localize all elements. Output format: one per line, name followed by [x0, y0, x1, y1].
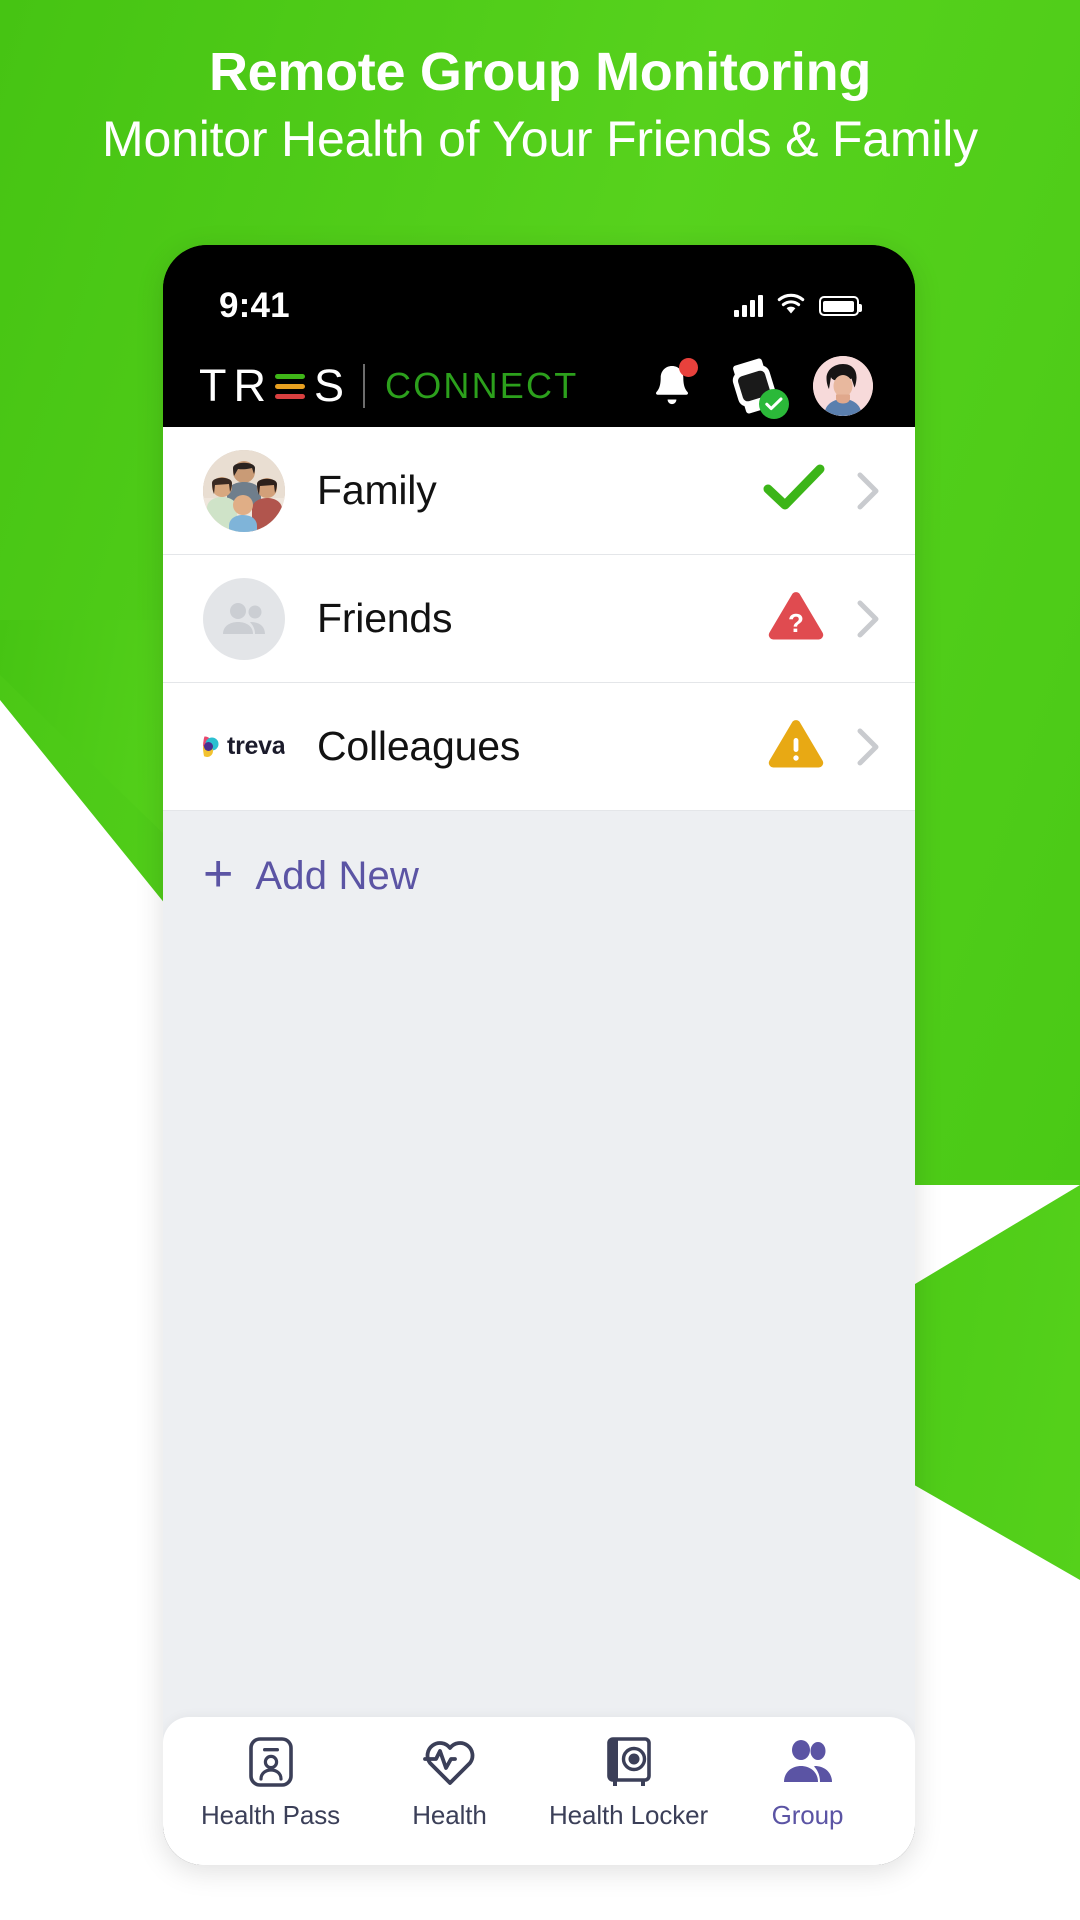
notification-badge-dot — [679, 358, 698, 377]
promo-subheadline: Monitor Health of Your Friends & Family — [102, 111, 978, 168]
logo-s: S — [314, 360, 352, 411]
bottom-tab-bar: Health Pass Health Health Locker Group — [163, 1717, 915, 1865]
logo-tr: TR — [199, 360, 273, 411]
warning-triangle-icon — [767, 718, 825, 775]
health-pass-id-card-icon — [248, 1737, 294, 1787]
logo-divider — [363, 364, 366, 408]
promo-headline-block: Remote Group Monitoring Monitor Health o… — [0, 42, 1080, 169]
question-triangle-icon: ? — [767, 590, 825, 647]
tab-health[interactable]: Health — [362, 1737, 538, 1831]
group-row-colleagues[interactable]: treva. Colleagues — [163, 683, 915, 811]
logo-tres-text: TR S — [199, 360, 351, 412]
promo-headline: Remote Group Monitoring — [208, 42, 872, 102]
family-photo-avatar — [203, 449, 285, 532]
tab-label: Health — [412, 1800, 487, 1830]
status-bar: 9:41 — [163, 245, 915, 345]
group-row-right: ? — [767, 590, 879, 647]
plus-icon: + — [203, 845, 234, 903]
cellular-signal-icon — [734, 295, 763, 317]
status-bar-time: 9:41 — [219, 286, 290, 325]
tab-label: Health Locker — [548, 1800, 709, 1830]
logo-connect-text: CONNECT — [385, 365, 579, 406]
watch-connected-badge — [759, 389, 789, 419]
add-new-label: Add New — [255, 853, 420, 898]
smartwatch-icon[interactable] — [725, 355, 789, 419]
tab-health-pass[interactable]: Health Pass — [183, 1737, 359, 1831]
tres-connect-logo: TR S CONNECT — [199, 360, 578, 412]
status-bar-icons — [734, 292, 862, 320]
people-group-icon — [780, 1737, 836, 1787]
notifications-bell-icon[interactable] — [649, 358, 698, 412]
group-row-label: Family — [317, 467, 437, 513]
chevron-right-icon[interactable] — [857, 600, 879, 638]
group-row-label: Friends — [317, 595, 453, 641]
add-new-group-button[interactable]: + Add New — [163, 811, 915, 941]
group-row-right — [763, 464, 879, 517]
group-row-friends[interactable]: Friends ? — [163, 555, 915, 683]
battery-icon — [819, 296, 862, 316]
chevron-right-icon[interactable] — [857, 728, 879, 766]
treva-mark-icon — [203, 736, 219, 757]
phone-mockup: 9:41 TR S CONNECT Family Friends ? treva… — [163, 245, 915, 1865]
tab-label: Health Pass — [200, 1800, 341, 1830]
profile-avatar[interactable] — [813, 356, 873, 416]
app-header: TR S CONNECT — [163, 345, 915, 427]
safe-vault-icon — [605, 1737, 653, 1787]
chevron-right-icon[interactable] — [857, 472, 879, 510]
group-row-family[interactable]: Family — [163, 427, 915, 555]
tab-health-locker[interactable]: Health Locker — [541, 1737, 717, 1831]
check-mark-icon — [763, 464, 825, 517]
group-row-right — [767, 718, 879, 775]
wifi-icon — [776, 292, 806, 320]
tab-label: Group — [771, 1800, 844, 1830]
treva-logo-text: treva. — [227, 732, 285, 760]
app-header-actions — [649, 355, 873, 419]
app-screen: Family Friends ? treva Colleagues + Add … — [163, 427, 915, 1865]
svg-text:?: ? — [788, 608, 804, 638]
group-list: Family Friends ? treva Colleagues — [163, 427, 915, 811]
heart-pulse-icon — [422, 1737, 477, 1787]
tab-group[interactable]: Group — [720, 1737, 896, 1831]
treva-logo: treva. — [203, 732, 285, 761]
tres-e-bars-icon — [275, 373, 305, 399]
people-placeholder-avatar — [203, 577, 285, 660]
group-row-label: Colleagues — [317, 723, 521, 769]
treva-logo-avatar: treva. — [203, 706, 285, 788]
